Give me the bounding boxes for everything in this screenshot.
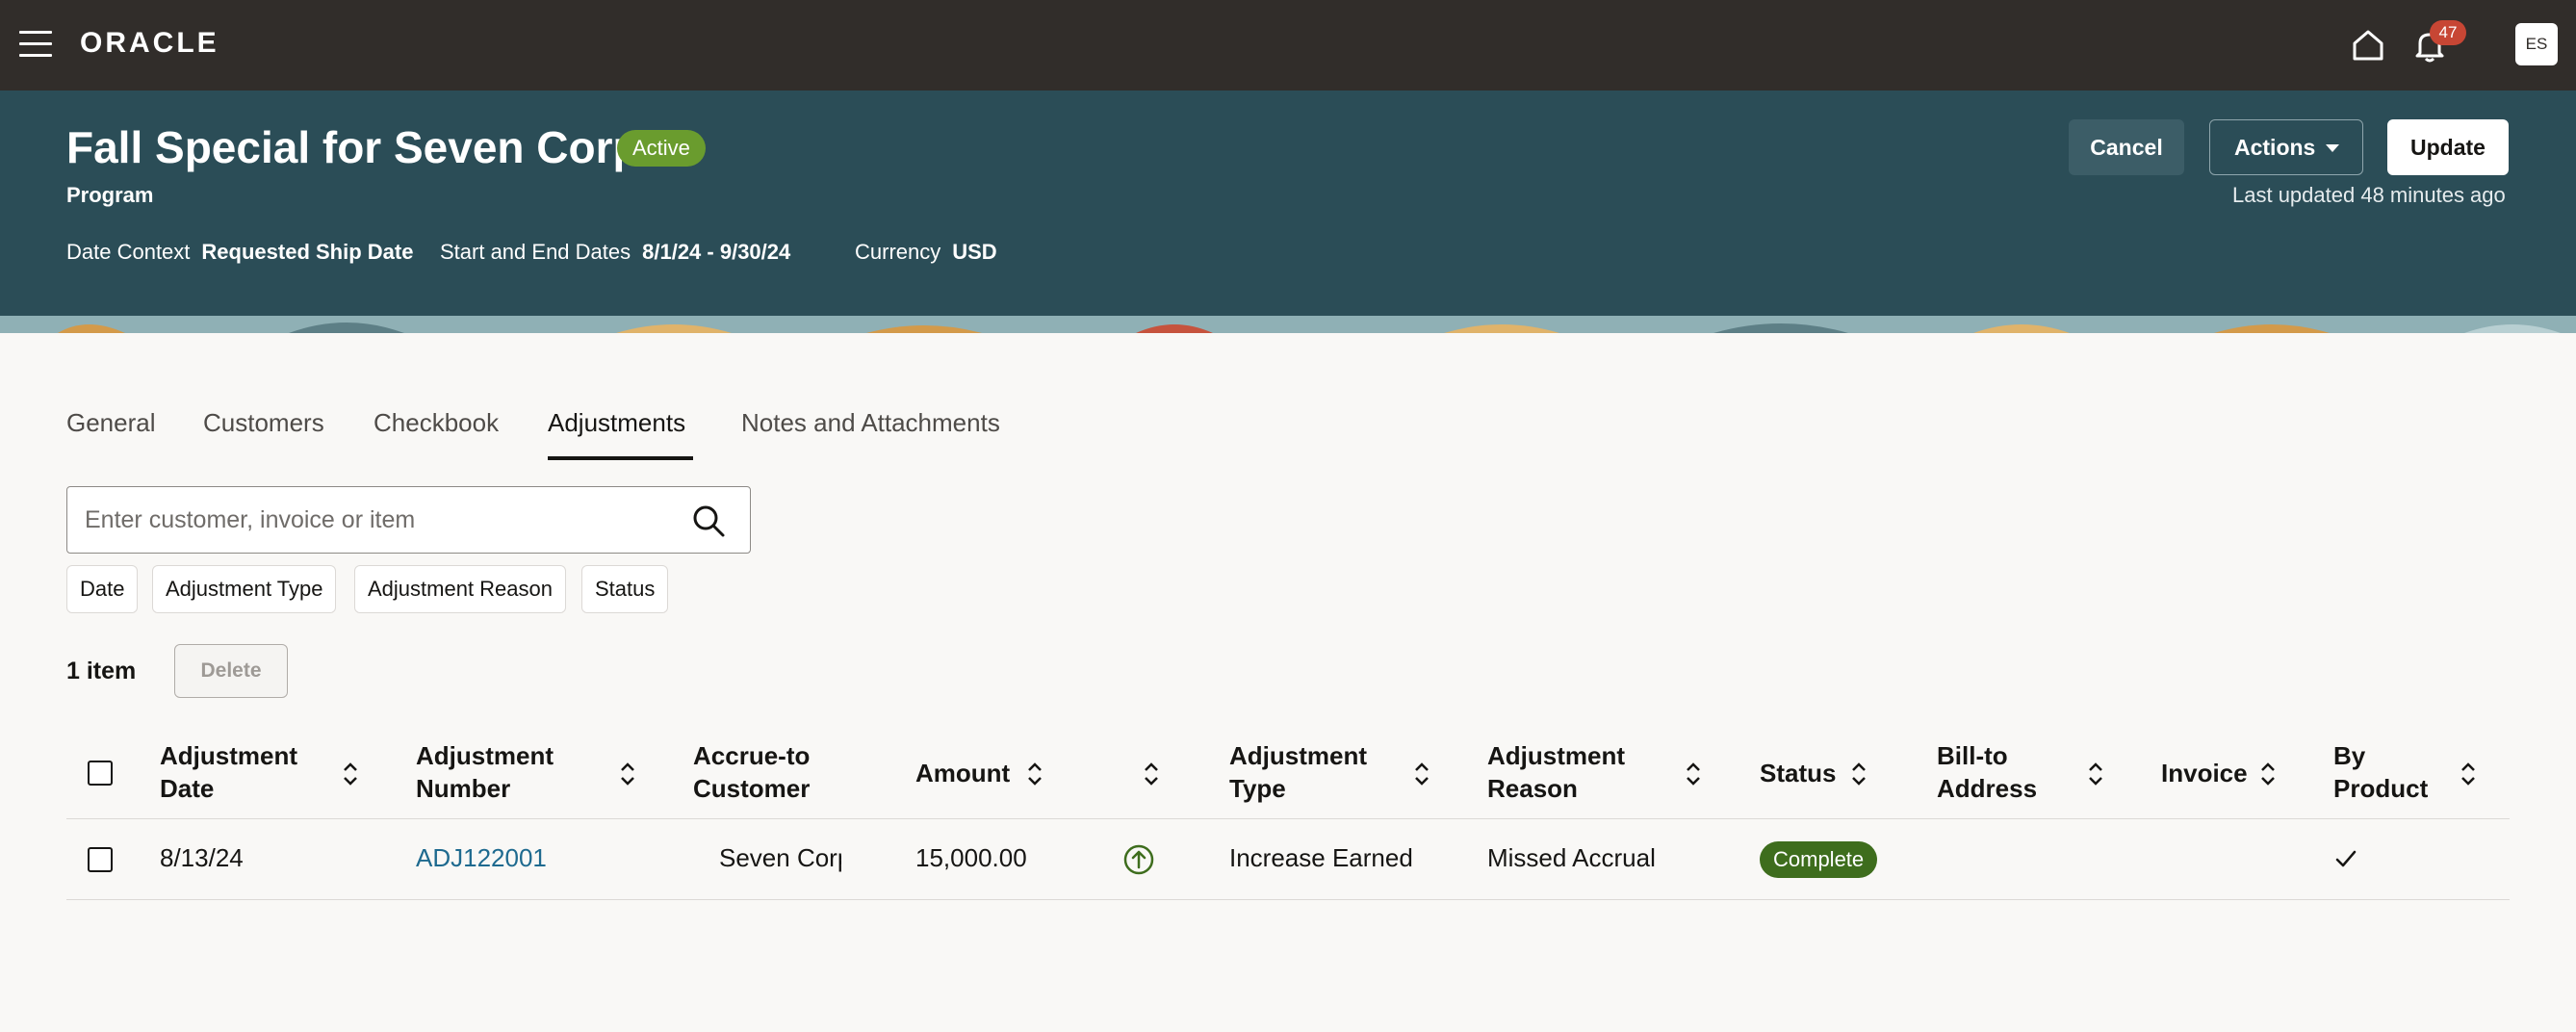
status-badge: Active [617,130,706,167]
filter-chip-status[interactable]: Status [581,565,669,613]
column-header-line: Address [1937,774,2038,803]
adjustment-number-link[interactable]: ADJ122001 [416,843,547,873]
item-count: 1 item [66,658,137,684]
hamburger-menu-icon[interactable] [19,31,52,58]
column-header-line: Product [2333,774,2429,803]
sort-icon[interactable] [2458,761,2479,787]
sort-icon[interactable] [617,761,638,787]
page-subtitle: Program [66,183,154,207]
currency: Currency USD [855,240,997,265]
column-header-accrue-to-customer[interactable]: Accrue-to Customer [693,739,810,805]
caret-down-icon [2326,144,2339,152]
cell-accrue-to-customer: Seven Corp [719,843,841,872]
start-end-dates-value: 8/1/24 - 9/30/24 [642,240,791,264]
table-row-divider [66,899,2510,900]
column-header-status[interactable]: Status [1760,757,1836,789]
status-badge-complete: Complete [1760,841,1878,878]
sort-icon[interactable] [1024,761,1045,787]
date-context: Date Context Requested Ship Date [66,240,413,265]
tab-checkbook[interactable]: Checkbook [374,408,499,438]
cell-adjustment-date: 8/13/24 [160,843,244,872]
column-header-line: Adjustment [160,741,297,770]
tab-customers[interactable]: Customers [203,408,324,438]
start-end-dates: Start and End Dates 8/1/24 - 9/30/24 [440,240,790,265]
column-header-line: Bill-to [1937,741,2008,770]
filter-chip-date[interactable]: Date [66,565,139,613]
sort-icon[interactable] [2085,761,2106,787]
column-header-line: Accrue-to [693,741,811,770]
column-header-line: Reason [1487,774,1578,803]
date-context-label: Date Context [66,240,191,264]
tab-notes-and-attachments[interactable]: Notes and Attachments [741,408,1000,438]
sort-icon[interactable] [2257,761,2279,787]
sort-icon[interactable] [340,761,361,787]
delete-button[interactable]: Delete [174,644,288,698]
search-input[interactable] [85,487,662,553]
update-button[interactable]: Update [2387,119,2509,175]
column-header-line: Adjustment [416,741,554,770]
filter-chip-adjustment-type[interactable]: Adjustment Type [152,565,337,613]
currency-label: Currency [855,240,941,264]
search-field [66,486,751,554]
column-header-line: Date [160,774,215,803]
cell-amount: 15,000.00 [915,843,1027,872]
column-header-line: Adjustment [1487,741,1625,770]
column-header-adjustment-reason[interactable]: Adjustment Reason [1487,739,1625,805]
cell-adjustment-type: Increase Earned [1229,843,1413,872]
page-title: Fall Special for Seven Corp [66,122,640,172]
actions-label: Actions [2234,134,2316,160]
sort-icon[interactable] [1683,761,1704,787]
checkmark-icon [2335,850,2357,867]
column-header-adjustment-number[interactable]: Adjustment Number [416,739,554,805]
sort-icon[interactable] [1848,761,1869,787]
date-context-value: Requested Ship Date [201,240,414,264]
column-header-line: Adjustment [1229,741,1367,770]
column-header-line: By [2333,741,2366,770]
row-select-checkbox[interactable] [88,847,113,872]
column-header-line: Number [416,774,511,803]
tab-adjustments[interactable]: Adjustments [548,408,685,438]
oracle-logo[interactable]: ORACLE [80,27,219,60]
active-tab-indicator [548,456,693,460]
currency-value: USD [952,240,997,264]
cell-adjustment-reason: Missed Accrual [1487,843,1656,872]
cancel-button[interactable]: Cancel [2069,119,2184,175]
table-header-divider [66,818,2510,819]
notification-count-badge: 47 [2430,20,2466,45]
home-icon[interactable] [2349,26,2387,64]
start-end-dates-label: Start and End Dates [440,240,631,264]
search-icon[interactable] [691,503,726,538]
column-header-amount[interactable]: Amount [915,757,1010,789]
filter-chip-adjustment-reason[interactable]: Adjustment Reason [354,565,566,613]
column-header-invoice[interactable]: Invoice [2161,757,2248,789]
sort-icon[interactable] [1141,761,1162,787]
decorative-banner-pattern [0,316,2576,333]
top-bar: ORACLE 47 ES [0,0,2576,90]
column-header-bill-to-address[interactable]: Bill-to Address [1937,739,2037,805]
column-header-line: Type [1229,774,1286,803]
actions-menu-button[interactable]: Actions [2209,119,2363,175]
arrow-up-circle-icon [1123,844,1154,875]
column-header-adjustment-date[interactable]: Adjustment Date [160,739,297,805]
column-header-line: Customer [693,774,811,803]
last-updated-text: Last updated 48 minutes ago [2232,183,2506,207]
sort-icon[interactable] [1411,761,1432,787]
tab-general[interactable]: General [66,408,156,438]
user-avatar[interactable]: ES [2515,23,2558,65]
column-header-adjustment-type[interactable]: Adjustment Type [1229,739,1367,805]
column-header-by-product[interactable]: By Product [2333,739,2428,805]
select-all-checkbox[interactable] [88,761,113,786]
